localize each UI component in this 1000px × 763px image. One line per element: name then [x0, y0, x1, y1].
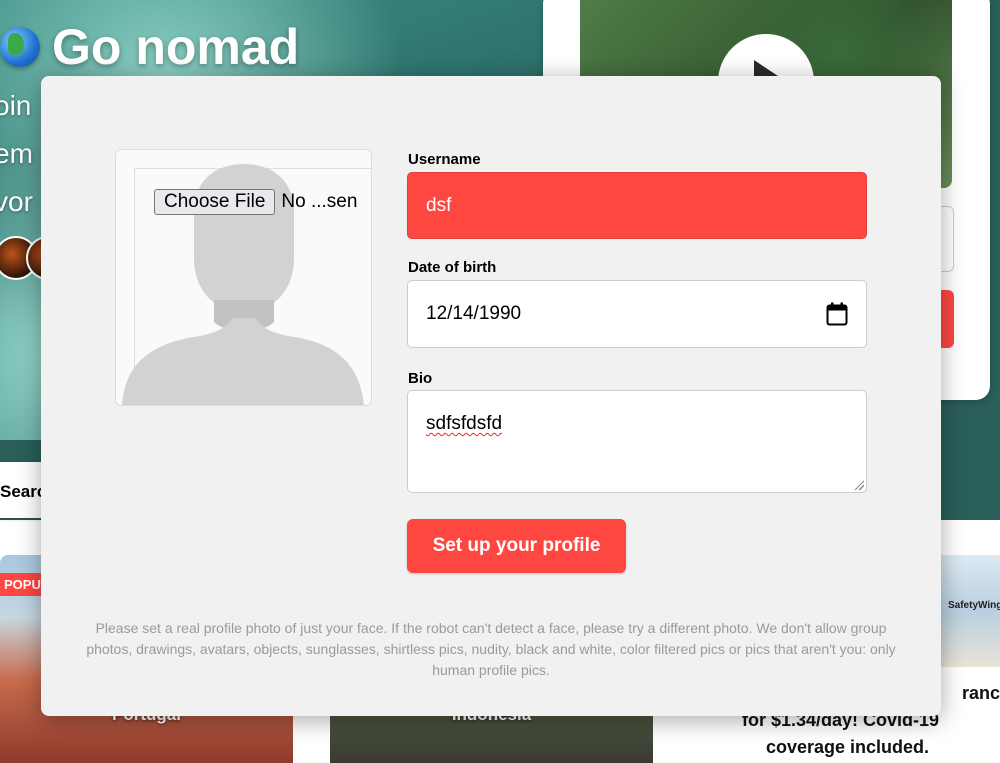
- choose-file-button[interactable]: Choose File: [154, 189, 276, 215]
- dob-field[interactable]: 12/14/1990: [407, 280, 867, 348]
- ad-image[interactable]: [940, 555, 1000, 667]
- calendar-icon[interactable]: [826, 302, 848, 326]
- username-value: dsf: [426, 194, 452, 216]
- dob-label: Date of birth: [408, 259, 497, 276]
- setup-profile-button[interactable]: Set up your profile: [407, 519, 626, 573]
- bio-label: Bio: [408, 370, 433, 387]
- file-input[interactable]: Choose File No ...sen: [154, 189, 357, 215]
- bio-textarea[interactable]: sdfsfdsfd: [407, 390, 867, 493]
- username-label: Username: [408, 151, 481, 168]
- dob-value: 12/14/1990: [426, 303, 522, 324]
- search-label: Searc: [0, 482, 47, 501]
- ad-text-line: coverage included.: [766, 737, 930, 757]
- resize-handle-icon[interactable]: [854, 480, 864, 490]
- bio-value: sdfsfdsfd: [426, 413, 503, 434]
- profile-setup-modal: Choose File No ...sen Username dsf Date …: [41, 76, 941, 716]
- profile-photo-upload[interactable]: Choose File No ...sen: [115, 149, 372, 406]
- photo-guidelines-note: Please set a real profile photo of just …: [86, 620, 896, 678]
- ad-logo: SafetyWing: [948, 600, 1000, 611]
- site-logo[interactable]: Go nomad: [0, 18, 299, 76]
- globe-icon: [0, 27, 40, 67]
- hero-text-line: em: [0, 138, 33, 169]
- hero-text-line: vor: [0, 186, 33, 217]
- site-logo-text: Go nomad: [52, 19, 300, 75]
- username-field[interactable]: dsf: [407, 172, 867, 239]
- file-status-text: No ...sen: [281, 191, 358, 212]
- hero-text-line: oin: [0, 90, 32, 121]
